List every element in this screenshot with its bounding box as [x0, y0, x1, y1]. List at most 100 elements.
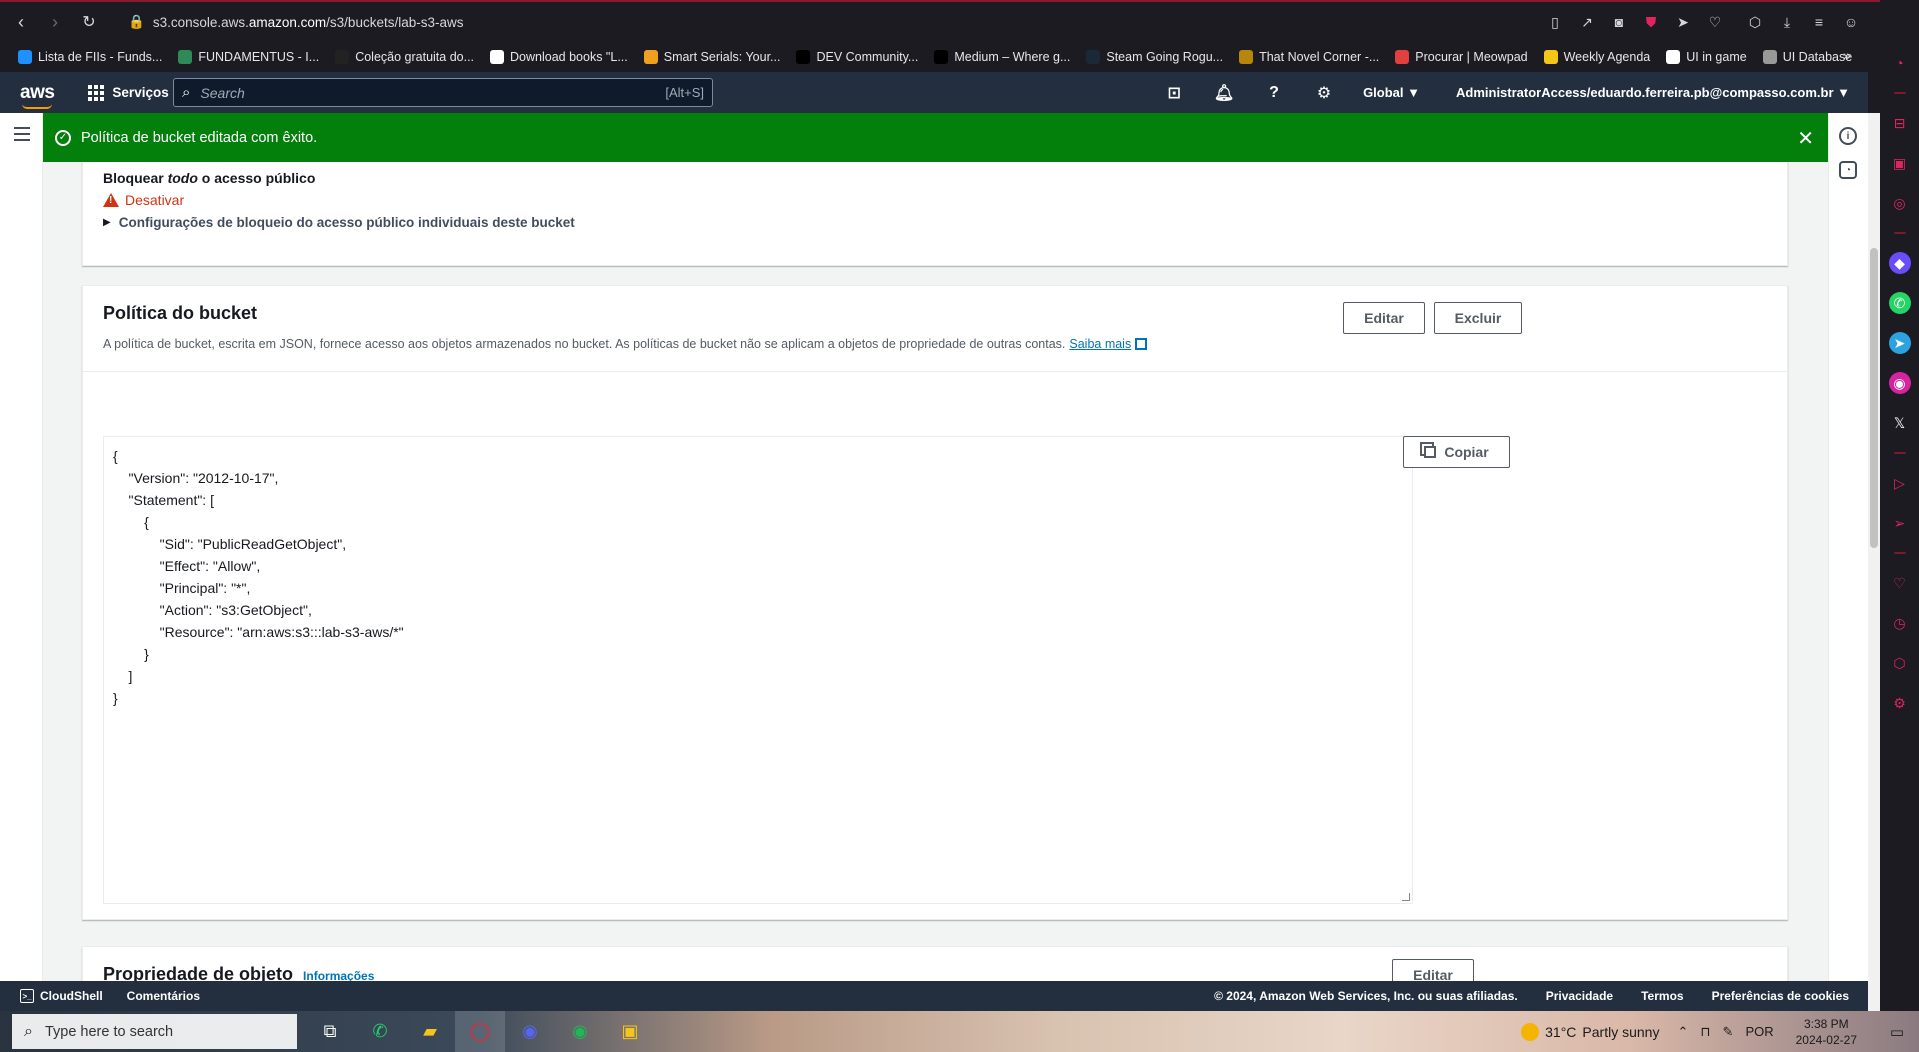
spotify-icon[interactable]: ◉ — [555, 1011, 605, 1052]
region-selector[interactable]: Global ▼ — [1363, 85, 1420, 100]
notification-icon[interactable]: ▭ — [1875, 1011, 1919, 1052]
back-icon[interactable]: ‹ — [4, 5, 38, 39]
telegram-icon[interactable]: ➤ — [1888, 332, 1911, 354]
bookmark-item[interactable]: Steam Going Rogu... — [1086, 50, 1223, 64]
help-icon[interactable]: ? — [1249, 84, 1299, 102]
partly-sunny-icon — [1521, 1022, 1540, 1041]
sticky-notes-icon[interactable]: ▣ — [605, 1011, 655, 1052]
taskbar-search-placeholder: Type here to search — [44, 1023, 174, 1040]
close-icon[interactable]: ✕ — [1797, 126, 1814, 151]
terms-link[interactable]: Termos — [1641, 989, 1683, 1003]
bookmark-item[interactable]: Weekly Agenda — [1543, 50, 1650, 64]
main-content: Bloquear todo o acesso público Desativar… — [43, 162, 1828, 981]
aws-top-nav: aws Serviços ⌕ Search [Alt+S] ⊡ 🔔︎ ? ⚙ G… — [0, 72, 1868, 113]
speed-icon[interactable]: ◔ — [1889, 52, 1911, 74]
forward-icon[interactable]: › — [38, 5, 72, 39]
player-icon[interactable]: ▷ — [1889, 472, 1911, 494]
reload-icon[interactable]: ↻ — [72, 5, 106, 39]
external-link-icon[interactable] — [1135, 338, 1148, 350]
whatsapp-taskbar-icon[interactable]: ✆ — [355, 1011, 405, 1052]
pen-icon[interactable]: ✎ — [1723, 1024, 1734, 1040]
language-indicator[interactable]: POR — [1745, 1024, 1773, 1039]
edit-policy-button[interactable]: Editar — [1343, 302, 1425, 334]
camera-icon[interactable]: ◙ — [1608, 11, 1630, 33]
bookmarks-bar: Lista de FIIs - Funds... FUNDAMENTUS - I.… — [0, 42, 1880, 72]
settings-sidebar-icon[interactable]: ⚙ — [1889, 692, 1911, 714]
bookmark-item[interactable]: Medium – Where g... — [934, 50, 1070, 64]
chevron-right-icon[interactable]: » — [1843, 47, 1861, 63]
file-explorer-icon[interactable]: ▰ — [405, 1011, 455, 1052]
bookmark-item[interactable]: UI Database — [1762, 50, 1852, 64]
bookmark-item[interactable]: UI in game — [1666, 50, 1747, 64]
services-label: Serviços — [112, 85, 169, 100]
box-icon[interactable]: ⬡ — [1744, 11, 1766, 33]
page-scrollbar[interactable] — [1868, 113, 1880, 1011]
bookmark-item[interactable]: FUNDAMENTUS - I... — [178, 50, 319, 64]
history-icon[interactable]: ◷ — [1889, 612, 1911, 634]
reader-icon[interactable]: ▯ — [1544, 11, 1566, 33]
task-view-icon[interactable]: ⧉ — [305, 1011, 355, 1052]
profile-icon[interactable]: ☺ — [1840, 11, 1862, 33]
privacy-link[interactable]: Privacidade — [1546, 989, 1613, 1003]
heart-sidebar-icon[interactable]: ♡ — [1889, 572, 1911, 594]
chevron-up-icon[interactable]: ⌃ — [1677, 1024, 1688, 1040]
bookmark-item[interactable]: That Novel Corner -... — [1239, 50, 1379, 64]
twitch-icon[interactable]: ▣ — [1889, 152, 1911, 174]
cloudshell-icon[interactable]: ⊡ — [1149, 83, 1199, 103]
individual-settings-expander[interactable]: ▶ Configurações de bloqueio do acesso púb… — [103, 215, 575, 230]
x-icon[interactable]: 𝕏 — [1889, 412, 1911, 434]
status-badge: Desativar — [103, 192, 184, 208]
browser-sidebar: ◔ ⊟ ▣ ◎ ◆ ✆ ➤ ◉ 𝕏 ▷ ➢ ♡ ◷ ⬡ ⚙ — [1880, 42, 1919, 1010]
download-icon[interactable]: ⤓ — [1776, 11, 1798, 33]
info-icon[interactable]: i — [1839, 127, 1857, 145]
bookmark-item[interactable]: Procurar | Meowpad — [1395, 50, 1528, 64]
heart-icon[interactable]: ♡ — [1704, 11, 1726, 33]
menu-icon[interactable]: ≡ — [1808, 11, 1830, 33]
bag-icon[interactable]: ⊟ — [1889, 112, 1911, 134]
resize-handle-icon[interactable] — [1402, 893, 1410, 901]
weather-widget[interactable]: 31°C Partly sunny — [1521, 1022, 1659, 1041]
bell-icon[interactable]: 🔔︎ — [1199, 83, 1249, 103]
info-link[interactable]: Informações — [303, 969, 374, 981]
delete-policy-button[interactable]: Excluir — [1434, 302, 1522, 334]
bookmark-label: Download books "L... — [510, 50, 628, 64]
feedback-link[interactable]: Comentários — [127, 989, 200, 1003]
cube-icon[interactable]: ⬡ — [1889, 652, 1911, 674]
bookmark-item[interactable]: Download books "L... — [490, 50, 628, 64]
edit-ownership-button[interactable]: Editar — [1392, 959, 1474, 981]
scrollbar-thumb[interactable] — [1870, 248, 1878, 548]
aws-logo[interactable]: aws — [20, 82, 55, 109]
discord-icon[interactable]: ◉ — [505, 1011, 555, 1052]
grid-icon — [88, 84, 105, 101]
share-icon[interactable]: ↗ — [1576, 11, 1598, 33]
bookmark-item[interactable]: DEV Community... — [796, 50, 918, 64]
bookmark-item[interactable]: Lista de FIIs - Funds... — [18, 50, 162, 64]
clock[interactable]: 3:38 PM 2024-02-27 — [1796, 1016, 1857, 1048]
address-bar[interactable]: 🔒 s3.console.aws.amazon.com/s3/buckets/l… — [128, 14, 463, 30]
cookie-preferences-link[interactable]: Preferências de cookies — [1712, 989, 1849, 1003]
bookmark-item[interactable]: Coleção gratuita do... — [335, 50, 474, 64]
services-menu[interactable]: Serviços — [88, 84, 169, 101]
messenger-icon[interactable]: ◆ — [1888, 252, 1911, 274]
opera-icon[interactable]: ◯ — [455, 1011, 505, 1052]
whatsapp-icon[interactable]: ✆ — [1888, 292, 1911, 314]
hamburger-icon[interactable] — [14, 127, 30, 145]
send-sidebar-icon[interactable]: ➢ — [1889, 512, 1911, 534]
browser-toolbar: ‹ › ↻ 🔒 s3.console.aws.amazon.com/s3/buc… — [0, 0, 1880, 42]
settings-icon[interactable]: ⚙ — [1299, 83, 1349, 103]
bookmark-item[interactable]: Smart Serials: Your... — [643, 50, 780, 64]
cloudshell-button[interactable]: >_ CloudShell — [20, 989, 103, 1003]
shield-icon[interactable]: ⛊ — [1640, 11, 1662, 33]
instagram-app-icon[interactable]: ◉ — [1888, 372, 1911, 394]
network-icon[interactable]: ⊓ — [1700, 1024, 1710, 1040]
search-input[interactable]: ⌕ Search [Alt+S] — [173, 78, 713, 107]
copy-button[interactable]: Copiar — [1403, 436, 1510, 468]
instagram-icon[interactable]: ◎ — [1889, 192, 1911, 214]
send-icon[interactable]: ➤ — [1672, 11, 1694, 33]
bookmark-favicon-icon — [18, 50, 32, 64]
tutorial-icon[interactable]: ◔ — [1839, 161, 1857, 179]
account-menu[interactable]: AdministratorAccess/eduardo.ferreira.pb@… — [1456, 85, 1850, 100]
taskbar-search-input[interactable]: ⌕ Type here to search — [12, 1014, 297, 1049]
learn-more-link[interactable]: Saiba mais — [1069, 337, 1131, 351]
policy-json-viewer[interactable]: { "Version": "2012-10-17", "Statement": … — [103, 436, 1413, 904]
